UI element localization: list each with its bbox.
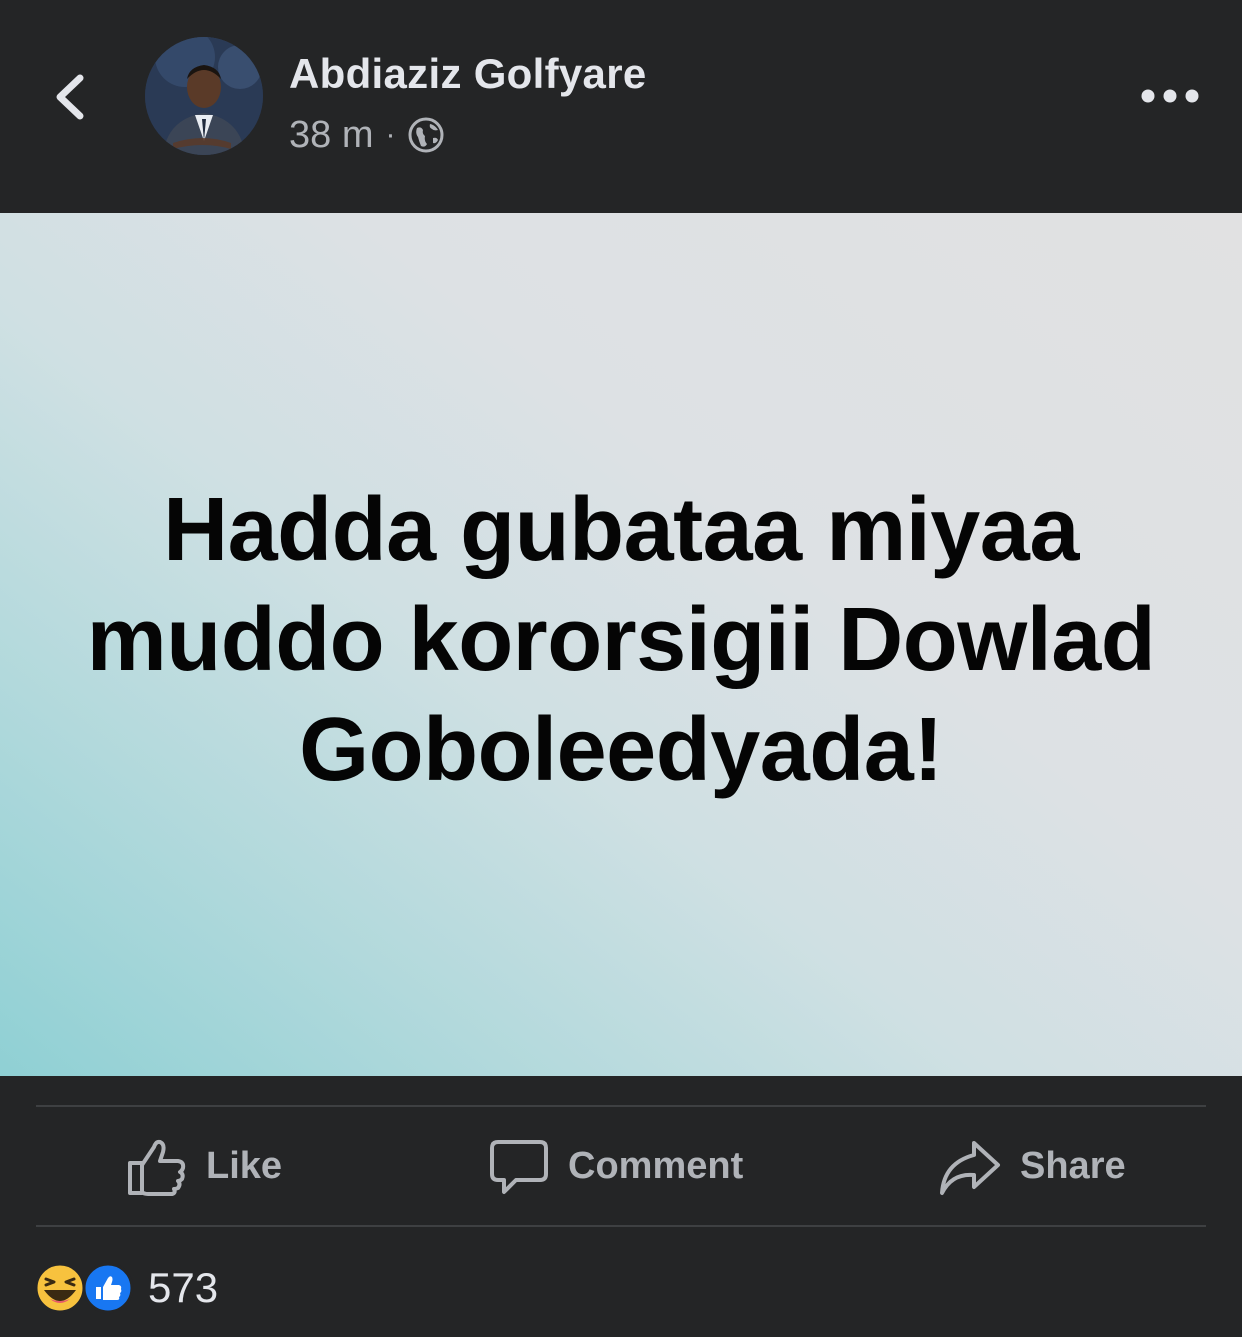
bottom-divider <box>36 1225 1206 1227</box>
like-button[interactable]: Like <box>126 1108 282 1225</box>
share-label: Share <box>1020 1145 1126 1187</box>
reaction-icons <box>34 1262 134 1314</box>
like-label: Like <box>206 1145 283 1187</box>
back-button[interactable] <box>40 62 100 132</box>
post-header: Abdiaziz Golfyare 38 m · <box>0 0 1242 213</box>
comment-icon <box>490 1139 548 1194</box>
post-meta: 38 m · <box>289 112 445 158</box>
more-options-button[interactable] <box>1136 78 1204 114</box>
reaction-summary[interactable]: 573 <box>34 1262 218 1314</box>
reaction-count[interactable]: 573 <box>148 1264 218 1312</box>
avatar-image <box>145 37 263 155</box>
more-horizontal-icon <box>1141 89 1199 103</box>
comment-label: Comment <box>568 1145 744 1187</box>
chevron-left-icon <box>56 74 84 120</box>
post-time[interactable]: 38 m <box>289 114 373 157</box>
like-icon <box>128 1139 186 1196</box>
author-name[interactable]: Abdiaziz Golfyare <box>289 50 647 98</box>
share-button[interactable]: Share <box>938 1108 1126 1225</box>
top-divider <box>36 1105 1206 1107</box>
post-body-text: Hadda gubataa miyaa muddo kororsigii Dow… <box>86 479 1156 800</box>
share-icon <box>940 1140 1000 1195</box>
post-actions: Like Comment Share <box>0 1108 1242 1225</box>
like-reaction-icon <box>82 1262 134 1314</box>
author-avatar[interactable] <box>145 37 263 155</box>
post-background: Hadda gubataa miyaa muddo kororsigii Dow… <box>0 213 1242 1076</box>
meta-separator: · <box>385 118 396 151</box>
globe-icon[interactable] <box>407 116 445 154</box>
haha-reaction-icon <box>34 1262 86 1314</box>
comment-button[interactable]: Comment <box>488 1108 743 1225</box>
